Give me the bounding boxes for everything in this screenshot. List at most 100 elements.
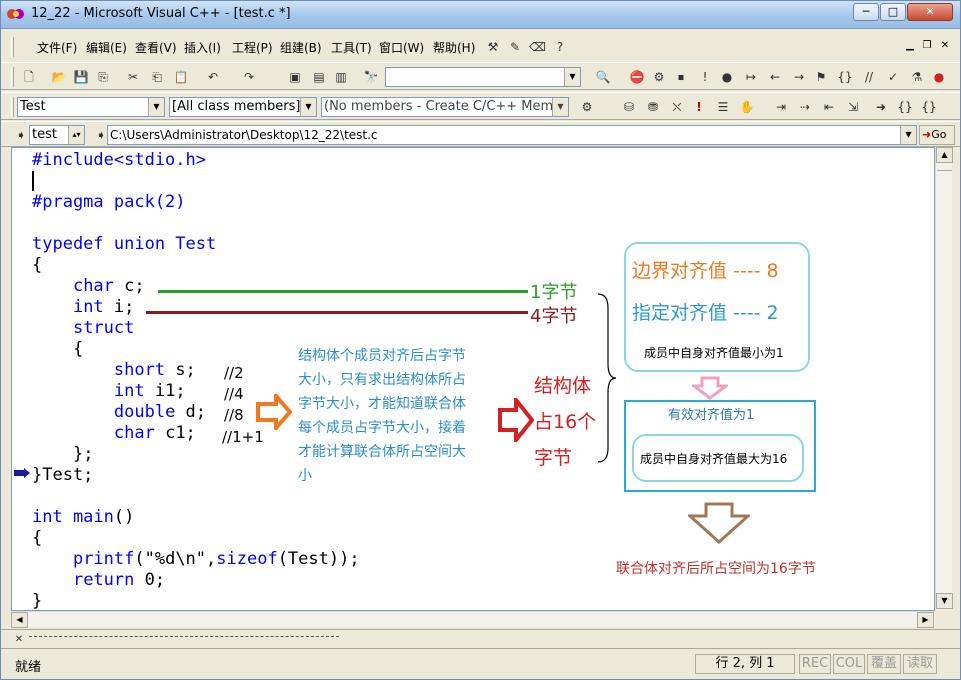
vertical-scrollbar[interactable]: ▲ ▼	[935, 147, 953, 611]
wizard-action-icon[interactable]: ⚙	[579, 99, 595, 115]
run-icon[interactable]: !	[691, 99, 707, 115]
toolbar-grip[interactable]	[11, 97, 14, 117]
find-combo[interactable]: ▼	[385, 67, 581, 87]
mdi-minimize-button[interactable]: ▁	[903, 40, 917, 53]
output-icon[interactable]: ▤	[311, 69, 327, 85]
workspace-icon[interactable]: ▣	[287, 69, 303, 85]
code-editor[interactable]: #include<stdio.h> #pragma pack(2) typede…	[11, 147, 935, 611]
step-over-icon[interactable]: ⇢	[797, 99, 813, 115]
copy-icon[interactable]: ⎗	[149, 69, 165, 85]
menu-window[interactable]: 窗口(W)	[379, 39, 424, 56]
help-icon[interactable]: ?	[552, 39, 568, 55]
go-button[interactable]: ➜Go	[919, 125, 955, 145]
menu-insert[interactable]: 插入(I)	[184, 39, 221, 56]
menu-build[interactable]: 组建(B)	[280, 39, 322, 56]
spell-icon[interactable]: ✓	[885, 69, 901, 85]
effective-align-box: 有效对齐值为1 成员中自身对齐值最大为16	[624, 400, 816, 492]
arrow-left-icon[interactable]: ←	[767, 69, 783, 85]
build-tree-icon[interactable]: ⛁	[621, 99, 637, 115]
dropdown-arrow-icon[interactable]: ▼	[900, 126, 916, 144]
pencil-icon[interactable]: ✎	[507, 39, 523, 55]
scroll-left-button[interactable]: ◀	[11, 612, 28, 628]
maximize-button[interactable]: □	[880, 3, 906, 21]
cut-icon[interactable]: ✂	[125, 69, 141, 85]
code-keyword: char	[72, 276, 114, 296]
execute-icon[interactable]: !	[697, 69, 713, 85]
tools-icon[interactable]: ⚗	[909, 69, 925, 85]
class-combo[interactable]: [All class members] ▼	[169, 97, 317, 117]
menubar-grip[interactable]	[11, 37, 14, 57]
code-text: (Test));	[277, 549, 360, 569]
breakpoint-icon[interactable]: ●	[719, 69, 735, 85]
build-icon[interactable]: ⚙	[651, 69, 667, 85]
menu-help[interactable]: 帮助(H)	[433, 39, 475, 56]
main-window: 12_22 - Microsoft Visual C++ - [test.c *…	[0, 0, 961, 680]
mdi-close-button[interactable]: ✕	[938, 40, 952, 53]
wand-icon[interactable]: ⚒	[485, 39, 501, 55]
code-text: c;	[113, 276, 145, 296]
eraser-icon[interactable]: ⌫	[529, 39, 546, 55]
comment-int: //4	[224, 385, 244, 403]
close-button[interactable]: ✕	[907, 3, 953, 21]
braces-icon[interactable]: {}	[837, 69, 853, 85]
go-icon[interactable]: ➜	[873, 99, 889, 115]
debug-icon[interactable]: ↦	[743, 69, 759, 85]
brace-match-icon[interactable]: {}	[897, 99, 913, 115]
list-icon[interactable]: ☰	[715, 99, 731, 115]
paste-icon[interactable]: 📋	[173, 69, 189, 85]
menu-project[interactable]: 工程(P)	[232, 39, 273, 56]
arrow-right-icon[interactable]: →	[791, 69, 807, 85]
undo-icon[interactable]: ↶	[205, 69, 221, 85]
step-out-icon[interactable]: ⇤	[821, 99, 837, 115]
one-byte-label: 1字节	[530, 282, 578, 303]
save-icon[interactable]: 💾	[73, 69, 89, 85]
output-tabs-strip[interactable]	[29, 636, 339, 642]
step-into-icon[interactable]: ⇥	[773, 99, 789, 115]
spin-icon[interactable]: ▴▾	[68, 126, 84, 144]
member-min-label: 成员中自身对齐值最小为1	[644, 346, 784, 360]
minimize-button[interactable]: ─	[853, 3, 879, 21]
tomato-icon[interactable]: ●	[931, 69, 947, 85]
title-bar[interactable]: 12_22 - Microsoft Visual C++ - [test.c *…	[1, 1, 960, 29]
bookmark-icon[interactable]: ⚑	[813, 69, 829, 85]
path-combo[interactable]: C:\Users\Administrator\Desktop\12_22\tes…	[107, 125, 917, 145]
redo-icon[interactable]: ↷	[241, 69, 257, 85]
open-icon[interactable]: 📂	[51, 69, 67, 85]
brace-match2-icon[interactable]: {}	[921, 99, 937, 115]
toolbar-grip[interactable]	[11, 67, 14, 87]
dropdown-arrow-icon[interactable]: ▼	[552, 98, 568, 116]
window-list-icon[interactable]: ▥	[333, 69, 349, 85]
dropdown-arrow-icon[interactable]: ▼	[300, 98, 316, 116]
scroll-right-button[interactable]: ▶	[917, 612, 934, 628]
file-combo[interactable]: test ▴▾	[29, 125, 85, 145]
find-icon[interactable]: 🔍	[595, 69, 611, 85]
boundary-align-label: 边界对齐值 ---- 8	[632, 260, 779, 282]
find-in-files-icon[interactable]: 🔭	[363, 69, 379, 85]
compile-icon[interactable]: ⛔	[629, 69, 645, 85]
menu-view[interactable]: 查看(V)	[135, 39, 177, 56]
horizontal-scrollbar[interactable]: ◀ ▶	[11, 611, 935, 628]
comment-icon[interactable]: //	[861, 69, 877, 85]
project-combo[interactable]: Test ▼	[17, 97, 165, 117]
dropdown-arrow-icon[interactable]: ▼	[148, 98, 164, 116]
run-to-cursor-icon[interactable]: ⇲	[845, 99, 861, 115]
menu-tools[interactable]: 工具(T)	[331, 39, 372, 56]
hand-icon[interactable]: ✋	[739, 99, 755, 115]
mdi-restore-button[interactable]: ❐	[920, 40, 934, 53]
struct-desc-line: 大小，只有求出结构体所占	[298, 372, 466, 388]
save-all-icon[interactable]: ⎘	[95, 69, 111, 85]
splitter-handle[interactable]	[937, 163, 952, 171]
members-combo[interactable]: (No members - Create C/C++ Memb ▼	[321, 97, 569, 117]
status-position: 行 2, 列 1	[695, 654, 795, 674]
build-batch-icon[interactable]: ⛃	[645, 99, 661, 115]
menu-file[interactable]: 文件(F)	[37, 39, 77, 56]
scroll-up-button[interactable]: ▲	[936, 147, 953, 163]
stop-build-icon[interactable]: ⏹	[673, 69, 689, 85]
output-pane-tabs[interactable]: ✕	[1, 629, 960, 649]
dropdown-arrow-icon[interactable]: ▼	[564, 68, 580, 86]
scroll-down-button[interactable]: ▼	[936, 593, 953, 609]
new-file-icon[interactable]: 🗋	[21, 69, 37, 85]
close-pane-icon[interactable]: ✕	[11, 632, 27, 648]
clean-icon[interactable]: ⛌	[669, 99, 685, 115]
menu-edit[interactable]: 编辑(E)	[86, 39, 127, 56]
